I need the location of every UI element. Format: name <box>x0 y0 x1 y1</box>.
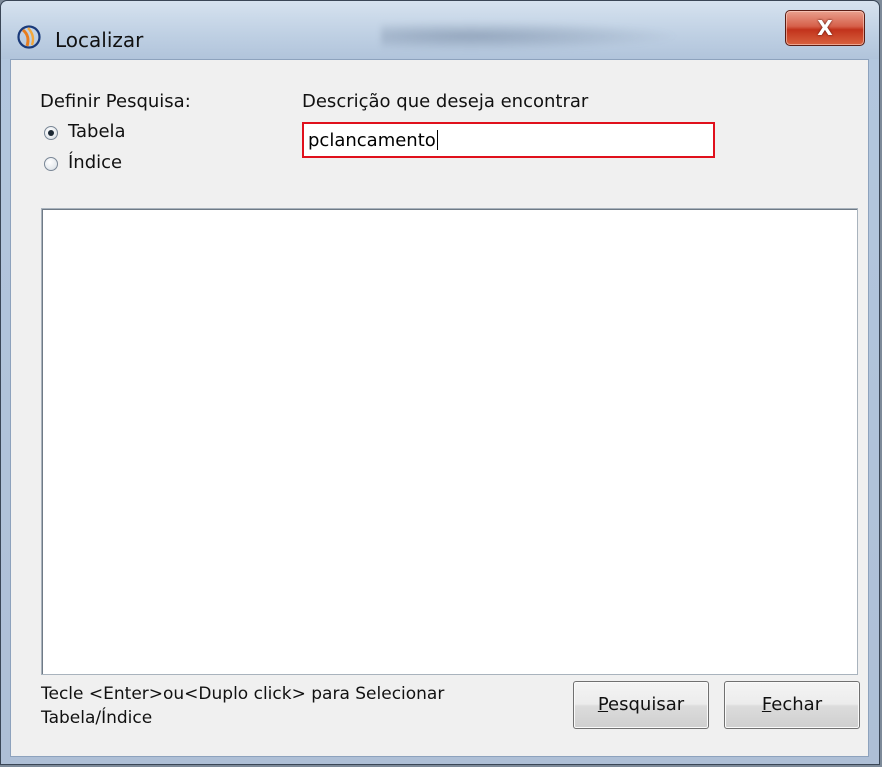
selection-hint: Tecle <Enter>ou<Duplo click> para Seleci… <box>41 682 561 730</box>
title-bar[interactable]: Localizar X <box>1 1 879 59</box>
window-title: Localizar <box>55 28 144 52</box>
search-input[interactable]: pclancamento <box>302 122 715 158</box>
close-button-label: echar <box>771 694 823 715</box>
radio-button-icon[interactable] <box>44 157 58 171</box>
find-dialog-window: Localizar X Definir Pesquisa: Tabela Índ… <box>0 0 880 765</box>
selection-hint-line1: Tecle <Enter>ou<Duplo click> para Seleci… <box>41 684 445 704</box>
search-scope-label: Definir Pesquisa: <box>40 91 191 112</box>
search-field-label: Descrição que deseja encontrar <box>302 91 589 112</box>
close-window-button[interactable]: X <box>785 10 865 46</box>
close-button-mnemonic: F <box>761 694 772 715</box>
text-caret <box>436 130 438 150</box>
radio-label-indice[interactable]: Índice <box>68 152 122 173</box>
selection-hint-line2: Tabela/Índice <box>41 708 153 728</box>
search-button-label: esquisar <box>608 694 685 715</box>
search-button-mnemonic: P <box>597 694 609 715</box>
dialog-body: Definir Pesquisa: Tabela Índice Descriçã… <box>10 59 869 757</box>
close-icon: X <box>817 16 833 40</box>
close-button[interactable]: Fechar <box>724 681 860 729</box>
app-logo-icon <box>17 25 41 49</box>
radio-button-icon[interactable] <box>44 126 58 140</box>
background-blur <box>381 21 681 51</box>
search-input-value: pclancamento <box>308 130 436 151</box>
search-button[interactable]: Pesquisar <box>573 681 709 729</box>
radio-label-tabela[interactable]: Tabela <box>68 121 126 142</box>
results-list[interactable] <box>41 208 858 675</box>
